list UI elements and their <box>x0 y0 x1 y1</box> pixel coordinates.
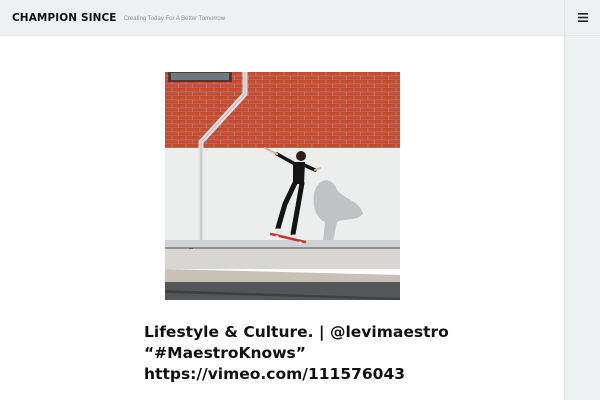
post-title-line[interactable]: Lifestyle & Culture. | @levimaestro <box>144 322 449 343</box>
hamburger-menu-icon <box>578 13 588 22</box>
post-title[interactable]: Lifestyle & Culture. | @levimaestro “#Ma… <box>144 322 449 385</box>
metal-rail <box>165 240 400 248</box>
site-header: CHAMPION SINCE Creating Today For A Bett… <box>0 0 565 36</box>
sidewalk <box>165 249 400 269</box>
post-title-line[interactable]: “#MaestroKnows” <box>144 343 444 364</box>
post-title-line[interactable]: https://vimeo.com/111576043 <box>144 364 444 385</box>
post-featured-image[interactable] <box>165 72 400 300</box>
site-title[interactable]: CHAMPION SINCE <box>12 12 117 24</box>
sidebar-rail <box>564 0 600 400</box>
brick-wall <box>165 72 400 148</box>
site-tagline: Creating Today For A Better Tomorrow <box>123 15 226 22</box>
menu-toggle-button[interactable] <box>565 0 600 36</box>
